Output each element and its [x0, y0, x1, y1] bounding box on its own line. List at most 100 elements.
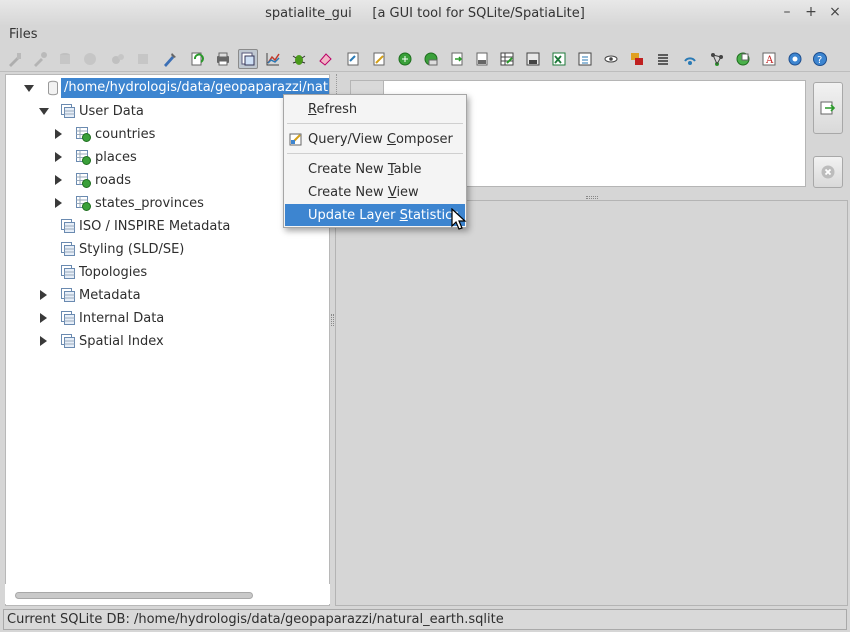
- tree-label: countries: [95, 126, 156, 142]
- tree-label: states_provinces: [95, 195, 204, 211]
- toolbar: A ?: [0, 46, 850, 72]
- abort-query-button[interactable]: [813, 156, 843, 188]
- menu-item-refresh[interactable]: Refresh: [285, 98, 465, 120]
- title-bar: spatialite_gui [a GUI tool for SQLite/Sp…: [0, 0, 850, 26]
- database-icon: [45, 80, 61, 96]
- menu-item-create-table[interactable]: Create New Table: [285, 158, 465, 180]
- tree-label: roads: [95, 172, 132, 188]
- splitter-grip-icon: [331, 314, 334, 326]
- results-grid[interactable]: [335, 200, 848, 606]
- colored-layers-icon[interactable]: [627, 49, 647, 69]
- menu-separator: [287, 153, 463, 154]
- tables-icon: [60, 264, 76, 280]
- horizontal-scrollbar[interactable]: [5, 584, 330, 604]
- tree-label: Topologies: [79, 264, 148, 280]
- close-button[interactable]: ×: [828, 4, 842, 20]
- tree-label: Spatial Index: [79, 333, 164, 349]
- tables-icon: [60, 333, 76, 349]
- db-tree[interactable]: /home/hydrologis/data/geopaparazzi/natur…: [5, 74, 330, 606]
- geometry-table-icon: [75, 172, 91, 188]
- tree-label: Styling (SLD/SE): [79, 241, 185, 257]
- connect-icon[interactable]: [5, 49, 25, 69]
- tree-label: Metadata: [79, 287, 141, 303]
- create-db-icon[interactable]: [55, 49, 75, 69]
- tree-layer-item[interactable]: roads: [6, 169, 329, 191]
- expand-arrow-icon[interactable]: [39, 108, 49, 115]
- tree-label: places: [95, 149, 137, 165]
- tree-root[interactable]: /home/hydrologis/data/geopaparazzi/natur…: [6, 77, 329, 99]
- collapse-arrow-icon[interactable]: [40, 336, 47, 346]
- maximize-button[interactable]: +: [804, 4, 818, 20]
- font-icon[interactable]: A: [759, 49, 779, 69]
- excel-icon[interactable]: [549, 49, 569, 69]
- minimize-button[interactable]: –: [780, 4, 794, 20]
- tables-icon: [60, 287, 76, 303]
- svg-text:?: ?: [817, 55, 822, 66]
- about-icon[interactable]: ?: [810, 49, 830, 69]
- expand-arrow-icon[interactable]: [24, 85, 34, 92]
- disconnect-icon[interactable]: [30, 49, 50, 69]
- svg-text:A: A: [765, 55, 774, 66]
- memory-db-icon[interactable]: [80, 49, 100, 69]
- collapse-arrow-icon[interactable]: [55, 152, 62, 162]
- print-doc-icon[interactable]: [472, 49, 492, 69]
- tree-styling[interactable]: Styling (SLD/SE): [6, 238, 329, 260]
- menu-bar: Files: [0, 26, 850, 46]
- execute-query-button[interactable]: [813, 82, 843, 134]
- dbf-icon[interactable]: [575, 49, 595, 69]
- tables-icon: [60, 241, 76, 257]
- collapse-arrow-icon[interactable]: [55, 175, 62, 185]
- menu-separator: [287, 123, 463, 124]
- memory-save-icon[interactable]: [133, 49, 153, 69]
- tree-layer-item[interactable]: states_provinces: [6, 192, 329, 214]
- tree-iso-metadata[interactable]: ISO / INSPIRE Metadata: [6, 215, 329, 237]
- tree-internal-data[interactable]: Internal Data: [6, 307, 329, 329]
- load-txt-icon[interactable]: [343, 49, 363, 69]
- collapse-arrow-icon[interactable]: [55, 129, 62, 139]
- geometry-table-icon: [75, 195, 91, 211]
- status-bar: Current SQLite DB: /home/hydrologis/data…: [0, 607, 850, 632]
- execute-arrow-icon: [820, 101, 836, 115]
- eye-icon[interactable]: [601, 49, 621, 69]
- clean-db-icon[interactable]: [108, 49, 128, 69]
- bug-icon[interactable]: [289, 49, 309, 69]
- export-doc-icon[interactable]: [447, 49, 467, 69]
- export-sql-icon[interactable]: [523, 49, 543, 69]
- tree-topologies[interactable]: Topologies: [6, 261, 329, 283]
- tree-label: ISO / INSPIRE Metadata: [79, 218, 231, 234]
- scrollbar-thumb[interactable]: [15, 592, 253, 599]
- chart-icon[interactable]: [263, 49, 283, 69]
- globe-export-icon[interactable]: [421, 49, 441, 69]
- splitter-grip-icon: [586, 196, 598, 199]
- vacuum-icon[interactable]: [187, 49, 207, 69]
- geometry-table-icon: [75, 149, 91, 165]
- graph-add-icon[interactable]: [707, 49, 727, 69]
- network-icon[interactable]: [680, 49, 700, 69]
- menu-item-create-view[interactable]: Create New View: [285, 181, 465, 203]
- globe-green-icon[interactable]: [395, 49, 415, 69]
- window-title: spatialite_gui [a GUI tool for SQLite/Sp…: [265, 5, 585, 21]
- execute-sql-icon[interactable]: [160, 49, 180, 69]
- tree-layer-item[interactable]: countries: [6, 123, 329, 145]
- help-icon[interactable]: [785, 49, 805, 69]
- list-lines-icon[interactable]: [653, 49, 673, 69]
- collapse-arrow-icon[interactable]: [40, 313, 47, 323]
- globe-check-icon[interactable]: [733, 49, 753, 69]
- sql-script-icon[interactable]: [213, 49, 233, 69]
- eraser-icon[interactable]: [315, 49, 335, 69]
- collapse-arrow-icon[interactable]: [55, 198, 62, 208]
- menu-files[interactable]: Files: [9, 27, 38, 42]
- tables-icon: [60, 103, 76, 119]
- collapse-arrow-icon[interactable]: [40, 290, 47, 300]
- tree-user-data[interactable]: User Data: [6, 100, 329, 122]
- abort-icon: [821, 165, 835, 179]
- export-table-icon[interactable]: [497, 49, 517, 69]
- edit-doc-icon[interactable]: [369, 49, 389, 69]
- tree-metadata[interactable]: Metadata: [6, 284, 329, 306]
- menu-item-query-composer[interactable]: Query/View Composer: [285, 128, 465, 150]
- menu-item-update-layer-statistics[interactable]: Update Layer Statistics: [285, 204, 465, 226]
- tree-label: Internal Data: [79, 310, 165, 326]
- tree-layer-item[interactable]: places: [6, 146, 329, 168]
- tree-spatial-index[interactable]: Spatial Index: [6, 330, 329, 352]
- load-shapefile-icon[interactable]: [238, 49, 258, 69]
